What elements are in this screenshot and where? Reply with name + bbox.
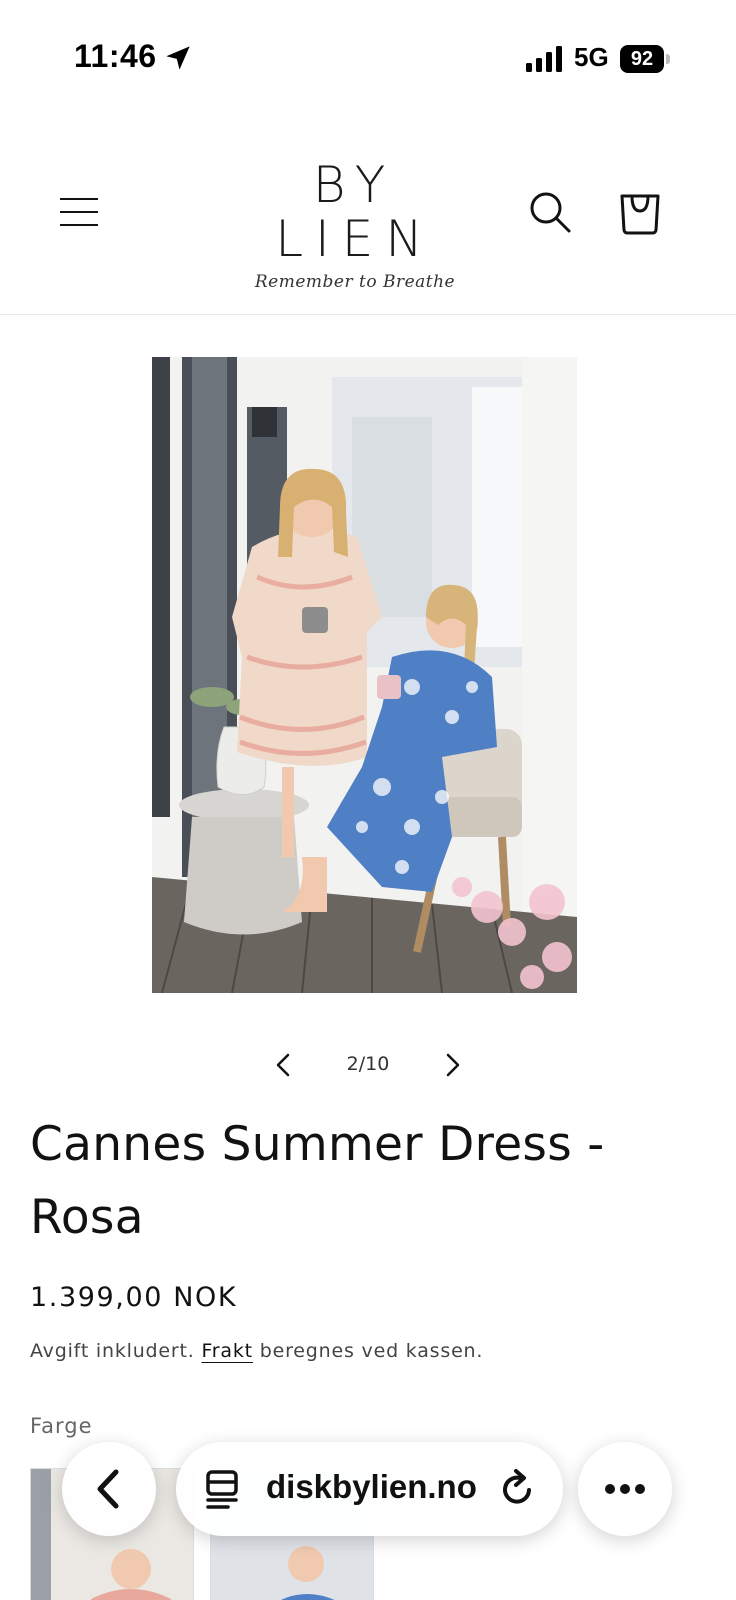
battery-level: 92: [620, 45, 664, 73]
product-title: Cannes Summer Dress - Rosa: [30, 1117, 605, 1245]
status-time: 11:46: [74, 38, 157, 74]
chevron-left-icon: [97, 1469, 119, 1509]
site-header: BY LIEN Remember to Breathe: [0, 110, 736, 315]
product-price: 1.399,00 NOK: [30, 1282, 238, 1313]
menu-button[interactable]: [56, 190, 104, 234]
tax-prefix: Avgift inkludert.: [30, 1340, 195, 1362]
network-type: 5G: [574, 42, 609, 72]
reload-icon[interactable]: [496, 1468, 538, 1510]
slide-counter: 2/10: [346, 1053, 390, 1075]
search-icon[interactable]: [528, 190, 572, 234]
cellular-signal-icon: [526, 46, 562, 72]
tax-note: Avgift inkludert. Frakt beregnes ved kas…: [30, 1340, 483, 1362]
chevron-right-icon[interactable]: [436, 1045, 468, 1085]
status-bar: 11:46 5G 92: [0, 0, 736, 110]
hamburger-line: [60, 198, 98, 200]
tab-overview-icon: [206, 1470, 238, 1509]
cart-icon[interactable]: [616, 186, 664, 236]
gallery-slider: 2/10: [0, 1045, 736, 1085]
chevron-left-icon[interactable]: [268, 1045, 300, 1085]
location-arrow-icon: [166, 46, 190, 70]
product-image[interactable]: [152, 357, 577, 993]
more-options-button[interactable]: [578, 1442, 672, 1536]
address-bar[interactable]: diskbylien.no: [176, 1442, 563, 1536]
battery-icon: 92: [620, 45, 670, 73]
shipping-link[interactable]: Frakt: [201, 1340, 252, 1362]
ellipsis-icon: [605, 1484, 645, 1494]
brand-logo[interactable]: BY LIEN Remember to Breathe: [220, 158, 490, 292]
logo-tagline: Remember to Breathe: [254, 272, 456, 292]
hamburger-line: [60, 211, 98, 213]
logo-text: BY LIEN: [275, 156, 435, 268]
url-text: diskbylien.no: [266, 1468, 477, 1505]
tax-suffix: beregnes ved kassen.: [259, 1340, 484, 1362]
hamburger-line: [60, 224, 98, 226]
battery-tip: [666, 54, 670, 64]
browser-toolbar: diskbylien.no: [0, 1440, 736, 1540]
product-photo: [152, 357, 577, 993]
color-label: Farge: [30, 1414, 93, 1438]
back-button[interactable]: [62, 1442, 156, 1536]
